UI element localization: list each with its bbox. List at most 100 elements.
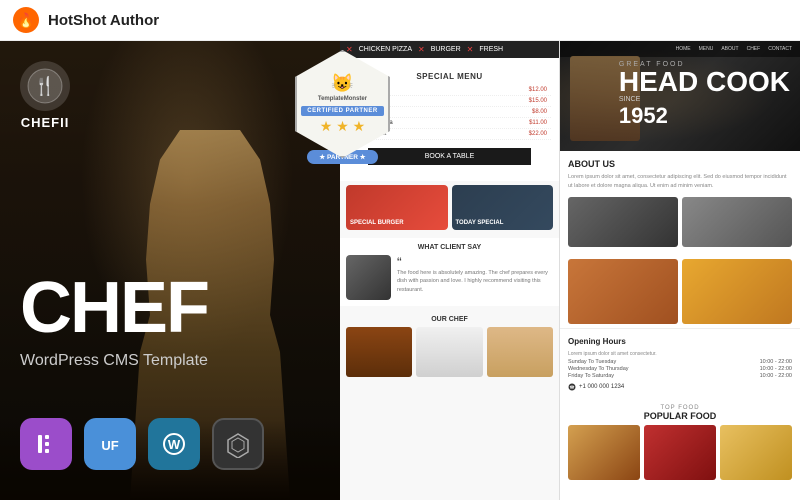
uf-icon[interactable]: UF [84, 418, 136, 470]
client-quote-block: “ The food here is absolutely amazing. T… [397, 255, 553, 294]
about-image-2 [682, 197, 792, 247]
elementor-icon[interactable] [20, 418, 72, 470]
chef-hat-icon: 🍴 [20, 61, 70, 111]
hours-time-1: 10:00 - 22:00 [760, 359, 792, 365]
hero-since: SINCE [619, 96, 790, 103]
client-say-title: WHAT CLIENT SAY [346, 244, 553, 251]
nav-x2: ✕ [418, 45, 425, 54]
special-burger-label: SPECIAL BURGER [350, 220, 404, 226]
about-title: ABOUT US [568, 159, 792, 169]
book-table-button[interactable]: BOOK A TABLE [368, 148, 530, 165]
popular-food-img-1 [568, 425, 640, 480]
hotshot-icon: 🔥 [12, 6, 40, 34]
hero-head-cook: HEAD COOK [619, 68, 790, 96]
main-content: 🍴 CHEFII CHEF WordPress CMS Template UF … [0, 41, 800, 500]
preview-right-col: HOME MENU ABOUT CHEF CONTACT GREAT FOOD … [560, 41, 800, 500]
chef-title-block: CHEF WordPress CMS Template [20, 272, 208, 370]
brand-name: HotShot Author [48, 12, 159, 29]
brand-logo[interactable]: 🔥 HotShot Author [12, 6, 159, 34]
nav-about: ABOUT [721, 46, 738, 52]
menu-item-price: $12.00 [529, 87, 547, 93]
quote-mark: “ [397, 255, 553, 269]
hours-title: Opening Hours [568, 337, 792, 346]
popular-food-img-3 [720, 425, 792, 480]
hero-year: 1952 [619, 103, 790, 129]
phone-text: +1 000 000 1234 [579, 384, 624, 390]
revolution-slider-icon[interactable] [212, 418, 264, 470]
menu-item-price: $15.00 [529, 98, 547, 104]
hours-intro: Lorem ipsum dolor sit amet consectetur. [568, 350, 792, 358]
client-say-section: WHAT CLIENT SAY “ The food here is absol… [340, 238, 559, 306]
popular-images-row [568, 425, 792, 480]
hours-time-2: 10:00 - 22:00 [760, 366, 792, 372]
wordpress-icon[interactable]: W [148, 418, 200, 470]
site-nav: HOME MENU ABOUT CHEF CONTACT [560, 41, 800, 57]
svg-text:UF: UF [101, 438, 118, 453]
popular-title: POPULAR FOOD [568, 411, 792, 421]
hero-text-block: GREAT FOOD HEAD COOK SINCE 1952 [619, 61, 790, 129]
chefii-label: CHEFII [21, 115, 70, 130]
about-images-row [568, 197, 792, 247]
today-special-label: TODAY SPECIAL [456, 220, 504, 226]
opening-hours-section: Opening Hours Lorem ipsum dolor sit amet… [560, 328, 800, 399]
special-burger-card: SPECIAL BURGER [346, 185, 448, 230]
tm-badge-shape: 😺 TemplateMonster CERTIFIED PARTNER ★ ★ … [295, 50, 390, 158]
svg-text:W: W [168, 437, 181, 452]
svg-text:🔥: 🔥 [17, 12, 34, 29]
nav-contact: CONTACT [768, 46, 792, 52]
chefii-badge: 🍴 CHEFII [20, 61, 70, 130]
chef-card-1 [346, 327, 412, 377]
our-chef-section: OUR CHEF [340, 310, 559, 383]
food-image-2 [682, 259, 792, 324]
template-monster-badge: 😺 TemplateMonster CERTIFIED PARTNER ★ ★ … [295, 50, 390, 164]
tm-icon: 😺 [331, 73, 353, 94]
right-panel: ✕ CHICKEN PIZZA ✕ BURGER ✕ FRESH SPECIAL… [340, 41, 800, 500]
hours-row-3: Friday To Saturday 10:00 - 22:00 [568, 373, 792, 379]
nav-home: HOME [676, 46, 691, 52]
chef-cards-row [346, 327, 553, 377]
plugin-icons-row: UF W [20, 418, 264, 470]
client-content: “ The food here is absolutely amazing. T… [346, 255, 553, 300]
svg-text:🍴: 🍴 [34, 75, 56, 97]
popular-food-section: TOP FOOD POPULAR FOOD [560, 399, 800, 486]
chef-subtitle: WordPress CMS Template [20, 352, 208, 370]
chef-heading: CHEF [20, 272, 208, 344]
header-bar: 🔥 HotShot Author [0, 0, 800, 41]
left-panel: 🍴 CHEFII CHEF WordPress CMS Template UF … [0, 41, 340, 500]
nav-menu: MENU [699, 46, 714, 52]
chef-card-2 [416, 327, 482, 377]
site-hero: HOME MENU ABOUT CHEF CONTACT GREAT FOOD … [560, 41, 800, 151]
hours-day-1: Sunday To Tuesday [568, 359, 616, 365]
food-image-1 [568, 259, 678, 324]
today-special-card: TODAY SPECIAL [452, 185, 554, 230]
menu-item-price: $11.00 [529, 120, 547, 126]
our-chef-title: OUR CHEF [346, 316, 553, 323]
right-food-images [560, 255, 800, 328]
hours-row-2: Wednesday To Thursday 10:00 - 22:00 [568, 366, 792, 372]
tm-certified: CERTIFIED PARTNER [301, 106, 383, 116]
hours-day-2: Wednesday To Thursday [568, 366, 629, 372]
tm-name: TemplateMonster [318, 96, 367, 104]
popular-food-img-2 [644, 425, 716, 480]
about-text: Lorem ipsum dolor sit amet, consectetur … [568, 173, 792, 191]
about-section: ABOUT US Lorem ipsum dolor sit amet, con… [560, 151, 800, 255]
hours-time-3: 10:00 - 22:00 [760, 373, 792, 379]
preview-columns: ✕ CHICKEN PIZZA ✕ BURGER ✕ FRESH SPECIAL… [340, 41, 800, 500]
menu-item-price: $22.00 [529, 131, 547, 137]
nav-item-burger: BURGER [431, 46, 461, 53]
nav-item-fresh: FRESH [479, 46, 503, 53]
nav-x3: ✕ [467, 45, 474, 54]
hours-row-1: Sunday To Tuesday 10:00 - 22:00 [568, 359, 792, 365]
client-quote-text: The food here is absolutely amazing. The… [397, 269, 553, 294]
client-image [346, 255, 391, 300]
about-image-1 [568, 197, 678, 247]
nav-chef: CHEF [747, 46, 761, 52]
svg-text:☎: ☎ [570, 384, 575, 389]
hours-day-3: Friday To Saturday [568, 373, 614, 379]
chef-card-3 [487, 327, 553, 377]
special-cards-row: SPECIAL BURGER TODAY SPECIAL [340, 181, 559, 234]
menu-item-price: $8.00 [532, 109, 547, 115]
phone-number: ☎ +1 000 000 1234 [568, 383, 792, 391]
phone-icon: ☎ [568, 383, 576, 391]
tm-stars: ★ ★ ★ [320, 118, 365, 135]
